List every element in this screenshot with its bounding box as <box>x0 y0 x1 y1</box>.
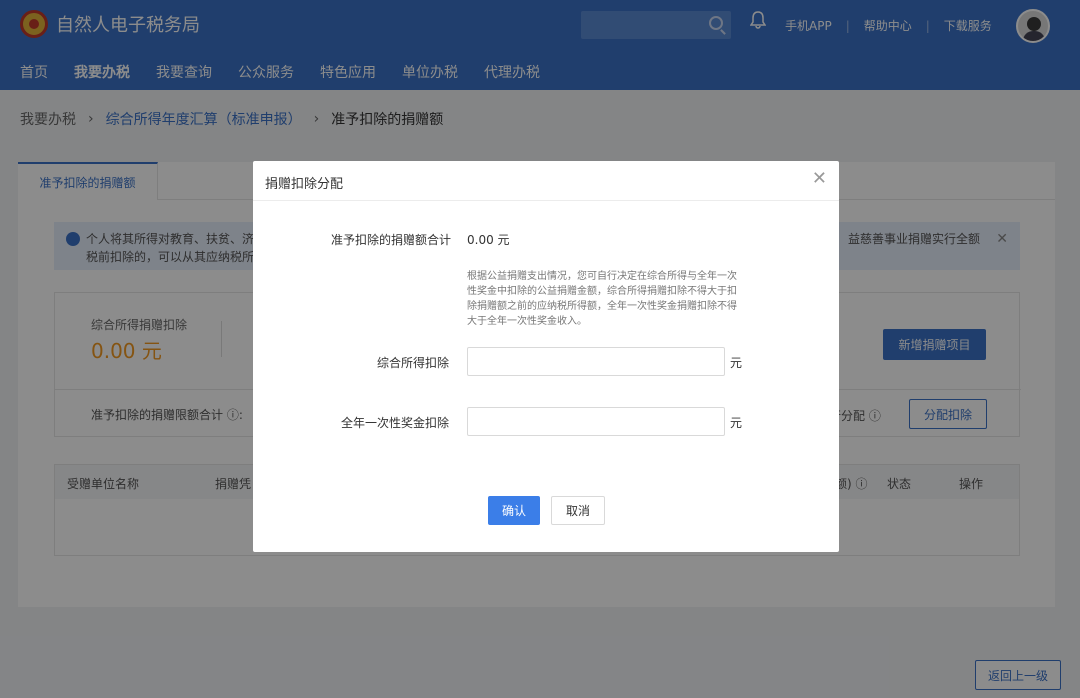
unit-label: 元 <box>730 356 743 370</box>
close-icon[interactable]: ✕ <box>812 169 827 189</box>
donation-allocation-dialog: 捐赠扣除分配 ✕ 准予扣除的捐赠额合计 0.00 元 根据公益捐赠支出情况，您可… <box>253 161 839 552</box>
comprehensive-deduction-input[interactable] <box>467 347 725 376</box>
unit-label: 元 <box>730 416 743 430</box>
total-label: 准予扣除的捐赠额合计 <box>330 233 451 247</box>
confirm-button[interactable]: 确认 <box>488 496 540 525</box>
allocation-note: 根据公益捐赠支出情况，您可自行决定在综合所得与全年一次性奖金中扣除的公益捐赠金额… <box>467 271 737 327</box>
cancel-button[interactable]: 取消 <box>551 496 605 525</box>
bonus-deduction-input[interactable] <box>467 407 725 436</box>
comprehensive-deduction-label: 综合所得扣除 <box>376 356 449 370</box>
bonus-deduction-label: 全年一次性奖金扣除 <box>340 416 449 430</box>
dialog-header: 捐赠扣除分配 ✕ <box>253 161 839 201</box>
dialog-title: 捐赠扣除分配 <box>265 177 344 192</box>
total-value: 0.00 元 <box>467 233 510 247</box>
